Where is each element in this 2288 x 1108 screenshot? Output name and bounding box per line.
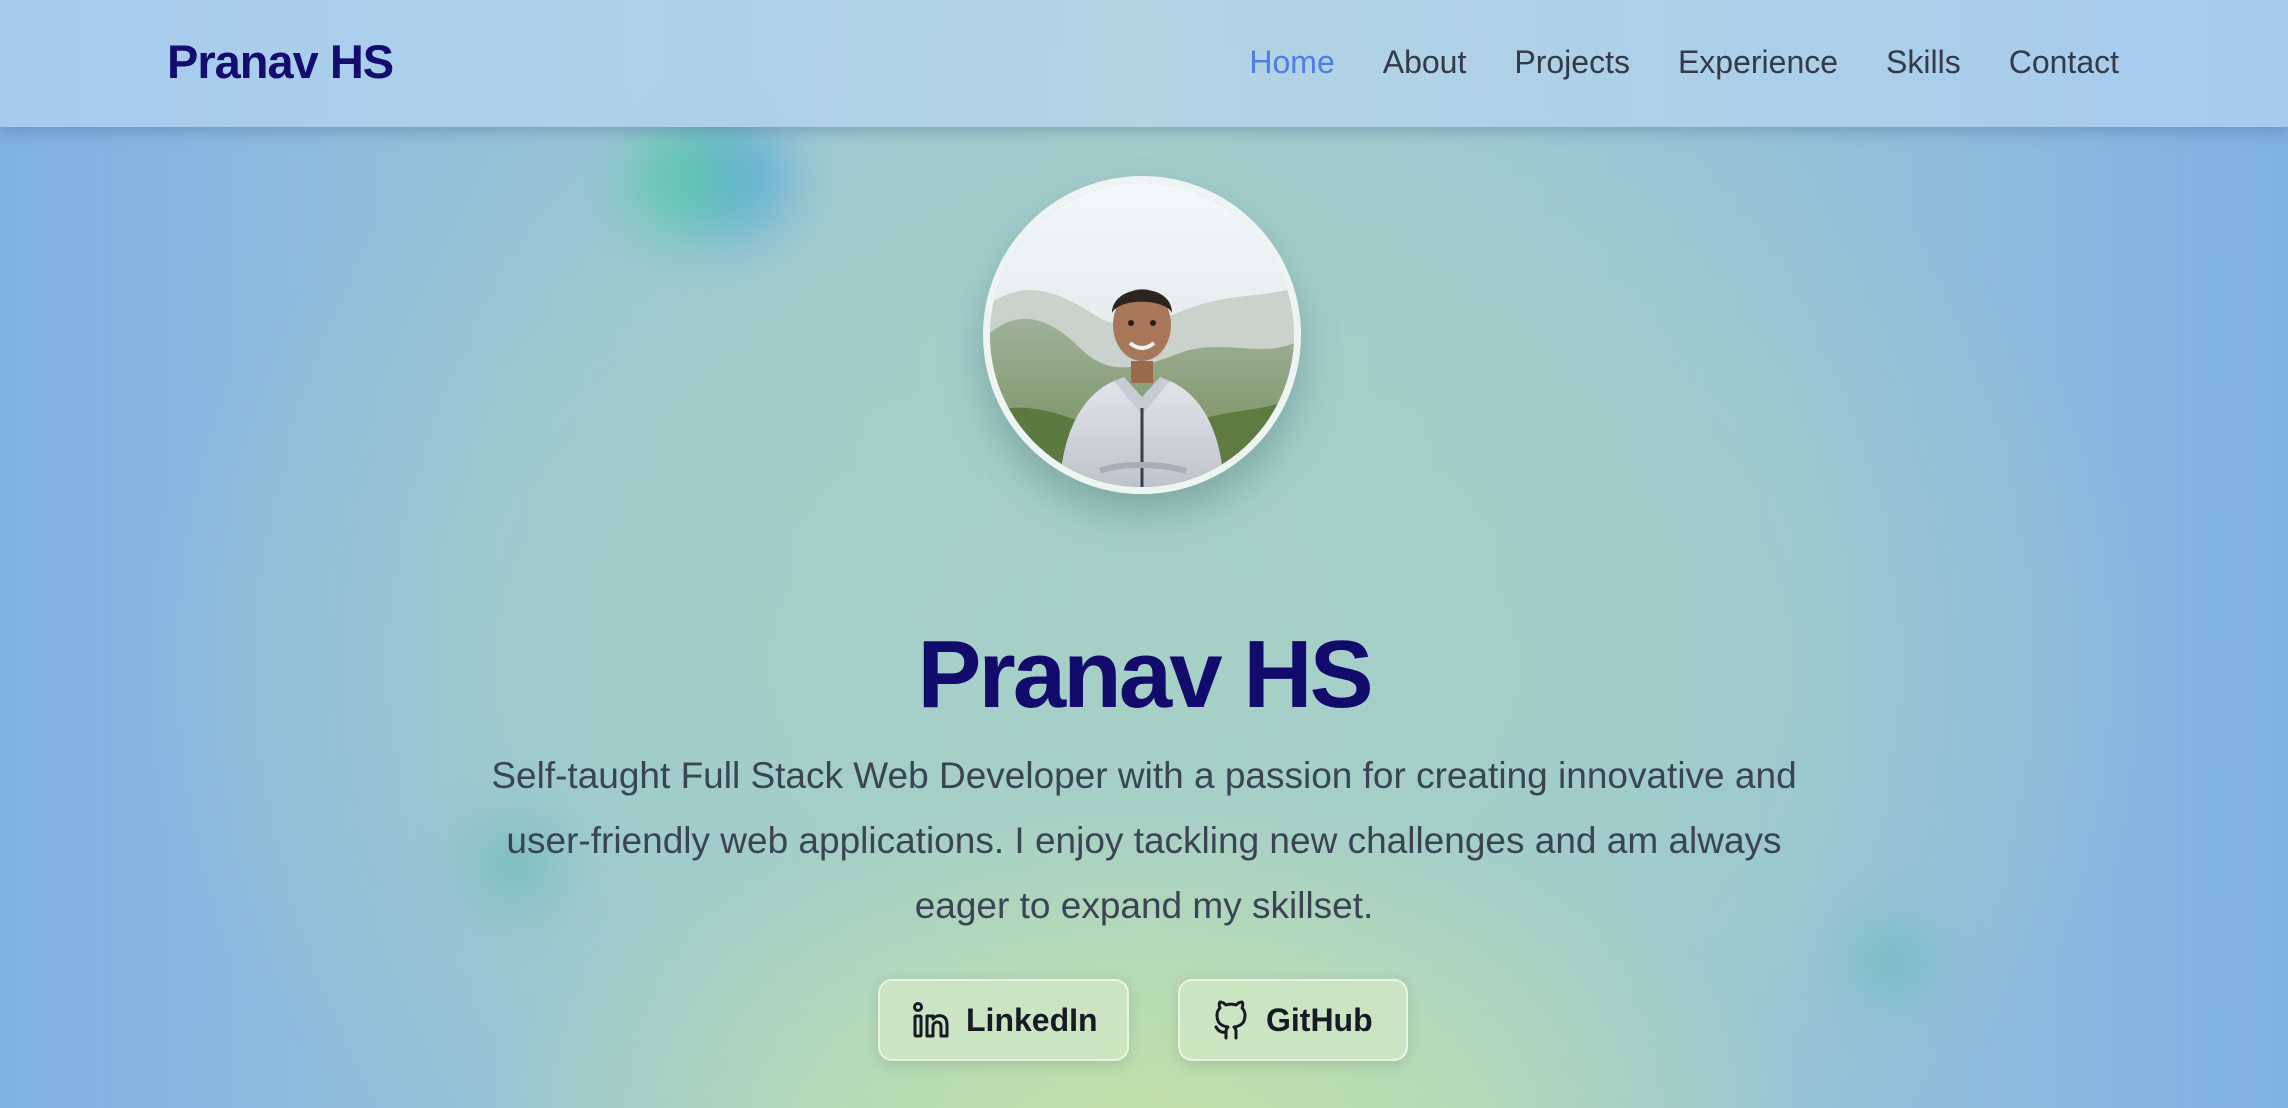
github-icon (1214, 1000, 1247, 1040)
nav-link-contact[interactable]: Contact (2009, 44, 2119, 81)
nav-link-projects[interactable]: Projects (1514, 44, 1630, 81)
linkedin-icon (913, 1002, 949, 1038)
nav-link-skills[interactable]: Skills (1886, 44, 1961, 81)
nav-link-experience[interactable]: Experience (1678, 44, 1838, 81)
github-button[interactable]: GitHub (1178, 979, 1408, 1061)
nav-link-about[interactable]: About (1383, 44, 1467, 81)
profile-photo-illustration (990, 183, 1294, 487)
decorative-blob (1820, 900, 1960, 1020)
hero-name: Pranav HS (917, 621, 1373, 729)
linkedin-label: LinkedIn (966, 1001, 1098, 1038)
navbar: Pranav HS Home About Projects Experience… (0, 0, 2288, 127)
github-label: GitHub (1266, 1001, 1373, 1038)
brand-logo[interactable]: Pranav HS (167, 34, 394, 89)
linkedin-button[interactable]: LinkedIn (878, 979, 1129, 1061)
profile-photo (983, 176, 1301, 494)
decorative-blob (612, 110, 802, 260)
nav-links: Home About Projects Experience Skills Co… (1249, 44, 2119, 81)
hero-bio: Self-taught Full Stack Web Developer wit… (491, 755, 1797, 926)
nav-link-home[interactable]: Home (1249, 44, 1334, 81)
